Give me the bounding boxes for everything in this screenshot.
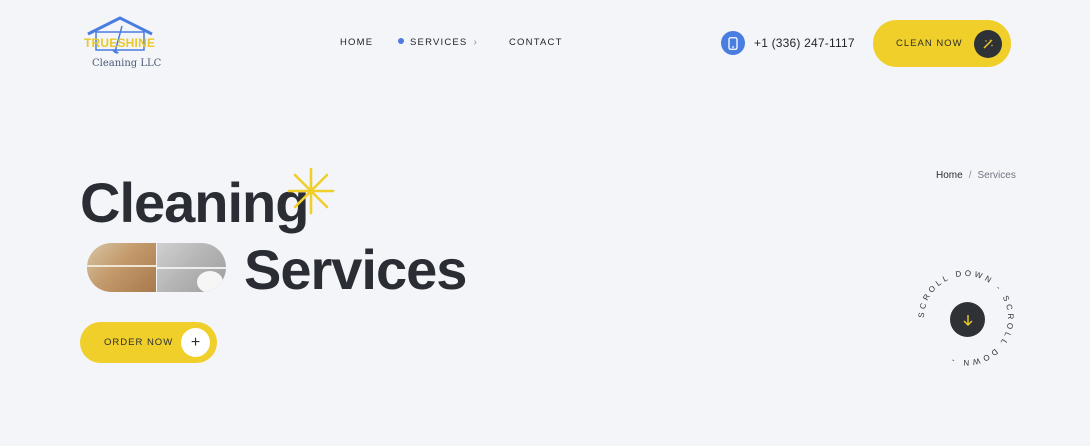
breadcrumb: Home / Services xyxy=(936,170,1016,181)
active-indicator-dot xyxy=(398,38,404,44)
magic-wand-icon xyxy=(974,29,1002,58)
breadcrumb-home[interactable]: Home xyxy=(936,170,963,181)
clean-now-label: CLEAN NOW xyxy=(896,38,963,49)
page-title-line1: Cleaning xyxy=(80,171,309,234)
sparkle-icon xyxy=(286,166,336,221)
cleaning-photo-pill xyxy=(87,243,226,292)
plus-icon: + xyxy=(181,328,210,357)
phone-link[interactable]: +1 (336) 247-1117 xyxy=(721,31,855,55)
order-now-label: ORDER NOW xyxy=(104,337,174,348)
scroll-down-badge[interactable]: SCROLL DOWN - SCROLL DOWN - xyxy=(917,269,1014,367)
arrow-down-icon[interactable] xyxy=(950,302,985,337)
breadcrumb-separator: / xyxy=(968,170,972,181)
nav-contact[interactable]: CONTACT xyxy=(509,37,563,48)
phone-icon xyxy=(721,31,745,55)
breadcrumb-current: Services xyxy=(977,170,1016,181)
chevron-right-icon: › xyxy=(473,37,479,48)
order-now-button[interactable]: ORDER NOW + xyxy=(80,322,217,363)
nav-services-label: SERVICES xyxy=(410,37,468,48)
wood-floor-photo xyxy=(87,243,156,292)
logo-subtitle: Cleaning LLC xyxy=(92,58,162,69)
clean-now-button[interactable]: CLEAN NOW xyxy=(873,20,1011,67)
nav-services[interactable]: SERVICES › xyxy=(398,37,478,48)
nav-home[interactable]: HOME xyxy=(340,37,373,48)
phone-number: +1 (336) 247-1117 xyxy=(754,36,855,50)
tile-floor-photo xyxy=(157,243,226,292)
page-title-line2: Services xyxy=(244,238,467,301)
